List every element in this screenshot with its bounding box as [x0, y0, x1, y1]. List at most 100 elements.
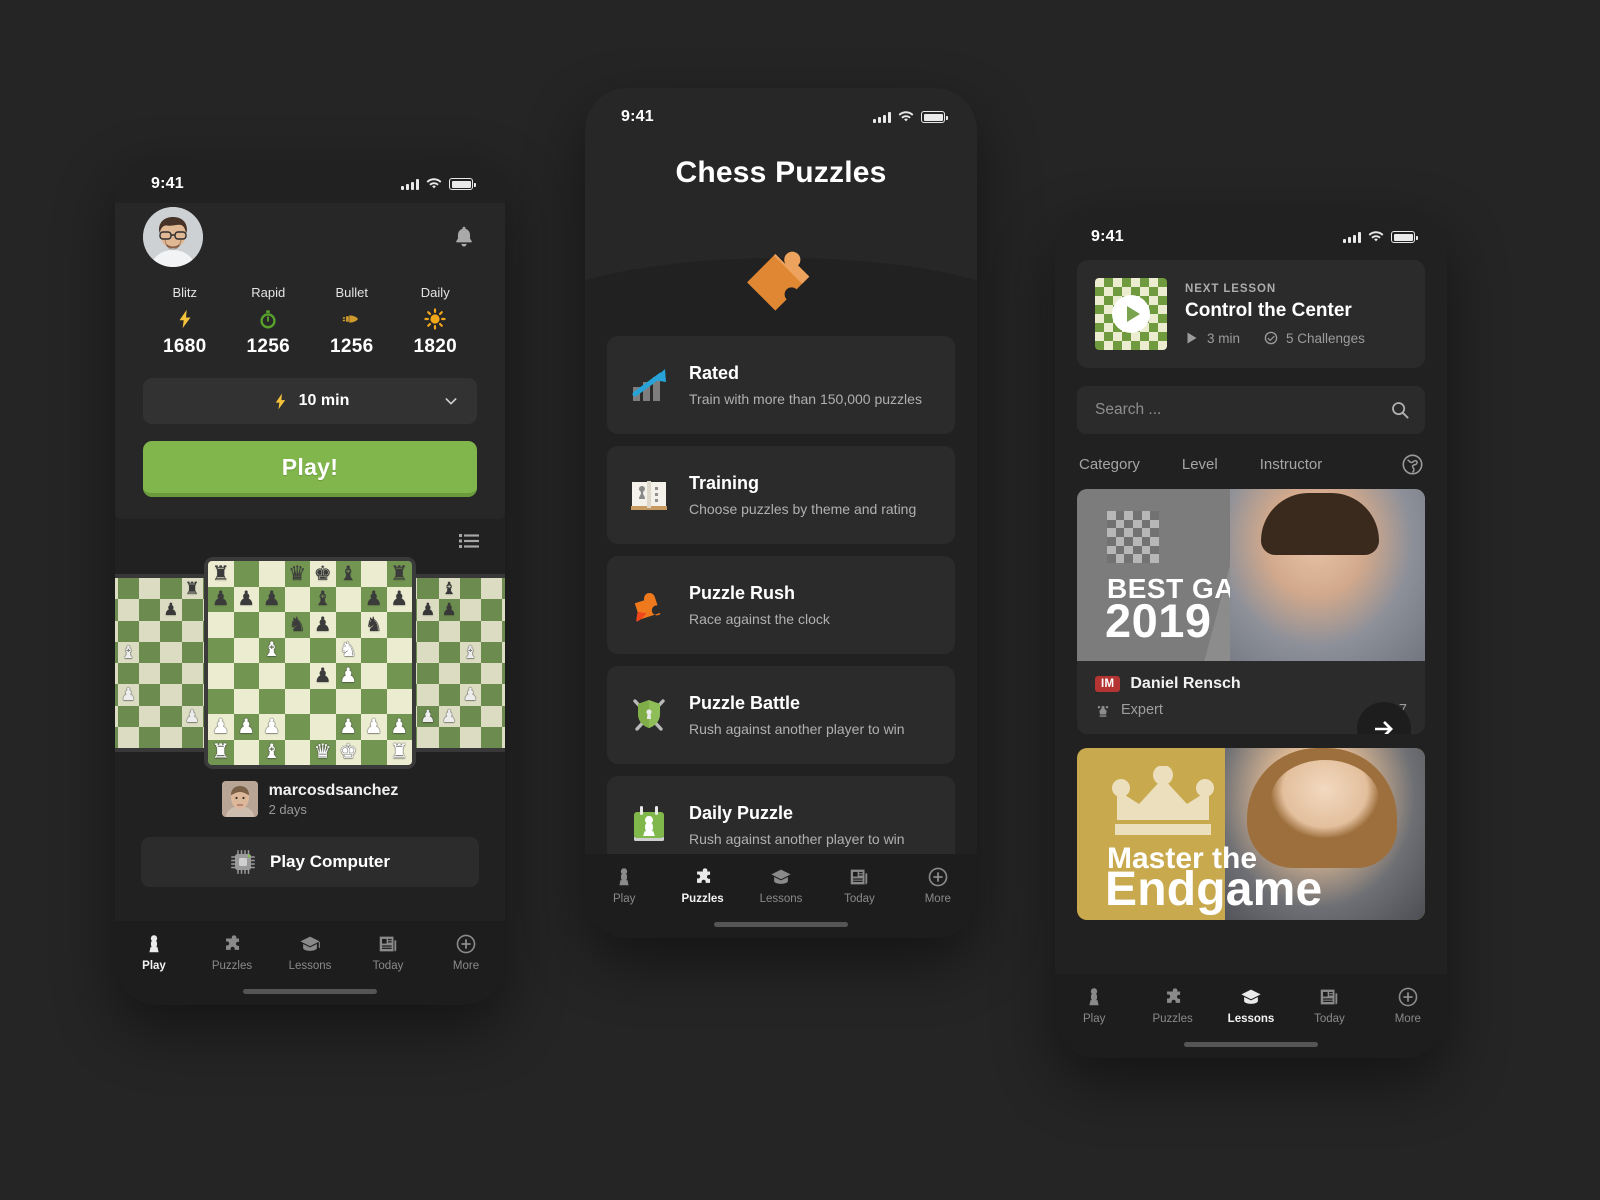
board-square[interactable] [481, 599, 503, 621]
board-square[interactable]: ♝ [259, 637, 285, 663]
board-square[interactable] [233, 612, 259, 638]
board-square[interactable] [233, 663, 259, 689]
chess-piece[interactable]: ♟ [310, 663, 336, 689]
board-square[interactable] [417, 663, 439, 685]
board-square[interactable] [481, 684, 503, 706]
board-square[interactable]: ♞ [361, 612, 387, 638]
board-square[interactable] [386, 637, 412, 663]
board-square[interactable]: ♟ [417, 599, 439, 621]
globe-icon[interactable] [1402, 454, 1423, 475]
chess-piece[interactable]: ♟ [118, 684, 139, 705]
board-square[interactable] [438, 641, 460, 663]
tab-lessons[interactable]: Lessons [742, 866, 820, 905]
board-square[interactable] [117, 599, 139, 621]
board-square[interactable] [284, 586, 310, 612]
board-square[interactable] [361, 637, 387, 663]
board-square[interactable] [502, 641, 505, 663]
board-square[interactable] [139, 620, 161, 642]
board-square[interactable] [459, 726, 481, 748]
board-square[interactable] [233, 739, 259, 765]
board-square[interactable] [438, 726, 460, 748]
board-square[interactable] [117, 620, 139, 642]
board-square[interactable] [259, 688, 285, 714]
board-square[interactable]: ♛ [310, 739, 336, 765]
board-square[interactable] [117, 663, 139, 685]
chess-piece[interactable]: ♟ [502, 599, 505, 620]
board-square[interactable] [259, 663, 285, 689]
play-computer-button[interactable]: Play Computer [141, 837, 479, 887]
board-square[interactable] [502, 578, 505, 600]
board-square[interactable] [181, 641, 203, 663]
board-square[interactable] [181, 620, 203, 642]
board-square[interactable] [459, 620, 481, 642]
tab-puzzles[interactable]: Puzzles [1133, 986, 1211, 1025]
board-square[interactable]: ♟ [117, 684, 139, 706]
board-square[interactable]: ♜ [386, 739, 412, 765]
board-square[interactable] [417, 578, 439, 600]
tab-play[interactable]: Play [1055, 986, 1133, 1025]
board-square[interactable] [160, 663, 182, 685]
board-square[interactable]: ♟ [335, 663, 361, 689]
chess-piece[interactable]: ♜ [387, 561, 413, 587]
tab-lessons[interactable]: Lessons [271, 933, 349, 972]
board-square[interactable] [139, 705, 161, 727]
board-square[interactable] [459, 663, 481, 685]
board-square[interactable]: ♟ [233, 586, 259, 612]
board-square[interactable]: ♟ [208, 714, 234, 740]
chess-piece[interactable]: ♝ [118, 642, 139, 663]
board-square[interactable] [208, 612, 234, 638]
promo-card-endgame[interactable]: Master the Endgame [1077, 748, 1425, 920]
chess-piece[interactable]: ♟ [417, 599, 438, 620]
chess-piece[interactable]: ♟ [387, 587, 413, 613]
chess-piece[interactable]: ♝ [259, 740, 285, 766]
next-lesson-card[interactable]: NEXT LESSON Control the Center 3 min 5 C… [1077, 260, 1425, 368]
filter-level[interactable]: Level [1182, 456, 1218, 473]
filter-category[interactable]: Category [1079, 456, 1140, 473]
board-square[interactable] [502, 684, 505, 706]
board-square[interactable]: ♞ [335, 637, 361, 663]
board-square[interactable] [386, 688, 412, 714]
board-square[interactable]: ♝ [438, 578, 460, 600]
board-square[interactable]: ♟ [417, 705, 439, 727]
board-square[interactable] [139, 578, 161, 600]
chess-piece[interactable]: ♚ [310, 561, 336, 587]
search-icon[interactable] [1391, 401, 1409, 419]
board-square[interactable] [310, 714, 336, 740]
tab-puzzles[interactable]: Puzzles [193, 933, 271, 972]
board-square[interactable]: ♝ [310, 586, 336, 612]
notification-bell-icon[interactable] [451, 224, 477, 250]
board-square[interactable]: ♝ [459, 641, 481, 663]
chess-piece[interactable]: ♝ [336, 561, 362, 587]
board-square[interactable] [117, 726, 139, 748]
course-card[interactable]: BEST GAMES 2019 IM Daniel Rensch Expert [1077, 489, 1425, 734]
board-current[interactable]: ♜ ♛ ♚ ♝ ♜ ♟ ♟ ♟ ♝ ♟ ♟ ♞ ♟ ♞ ♝ ♞ ♟ ♟ ♟ ♟ ♟ ♟ ♟ ♟ ♜ ♝ ♛ ♚ ♜ [204, 557, 416, 769]
list-view-toggle[interactable] [115, 533, 505, 555]
board-square[interactable]: ♟ [310, 663, 336, 689]
chess-piece[interactable]: ♟ [160, 599, 181, 620]
board-square[interactable]: ♟ [438, 599, 460, 621]
board-square[interactable] [117, 705, 139, 727]
chess-piece[interactable]: ♟ [439, 706, 460, 727]
board-square[interactable] [417, 726, 439, 748]
chess-piece[interactable]: ♞ [361, 612, 387, 638]
board-square[interactable] [233, 561, 259, 587]
board-square[interactable]: ♟ [233, 714, 259, 740]
board-square[interactable] [502, 705, 505, 727]
board-square[interactable] [459, 705, 481, 727]
board-square[interactable] [284, 637, 310, 663]
board-square[interactable]: ♝ [117, 641, 139, 663]
chess-piece[interactable]: ♟ [259, 714, 285, 740]
chess-piece[interactable]: ♟ [336, 714, 362, 740]
board-square[interactable] [417, 641, 439, 663]
stat-rapid[interactable]: Rapid 1256 [227, 285, 311, 358]
chess-piece[interactable]: ♜ [208, 740, 234, 766]
board-square[interactable]: ♟ [310, 612, 336, 638]
board-square[interactable] [438, 620, 460, 642]
tab-lessons[interactable]: Lessons [1212, 986, 1290, 1025]
board-square[interactable] [284, 688, 310, 714]
board-square[interactable] [481, 578, 503, 600]
board-square[interactable] [481, 705, 503, 727]
board-square[interactable] [417, 620, 439, 642]
board-square[interactable] [335, 688, 361, 714]
board-square[interactable] [335, 612, 361, 638]
